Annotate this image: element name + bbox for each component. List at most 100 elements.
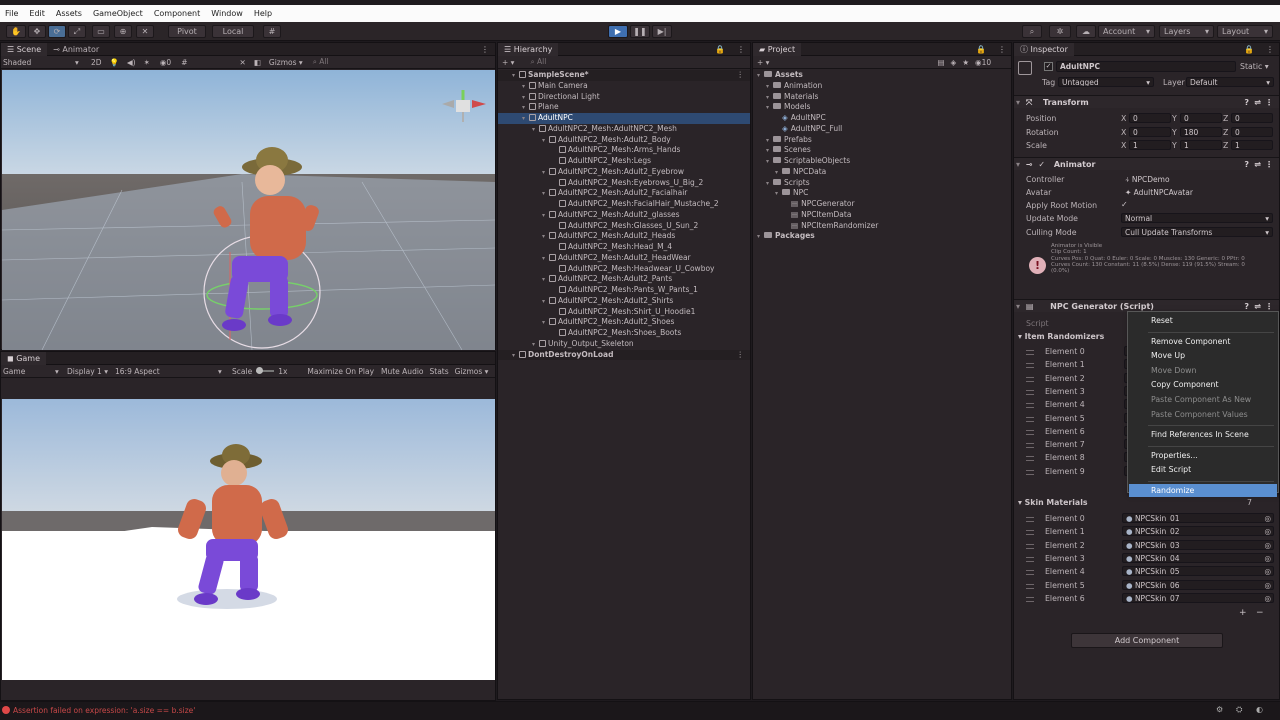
menu-item-copy-component[interactable]: Copy Component [1131, 378, 1275, 391]
tag-dropdown[interactable]: Untagged ▾ [1058, 77, 1154, 87]
tab-animator[interactable]: ⊸ Animator [47, 43, 105, 56]
project-item[interactable]: ▤ NPCItemData [753, 210, 1011, 221]
rotation-x-input[interactable]: 0 [1129, 126, 1171, 137]
skin-material-field[interactable]: ● NPCSkin_02 ◎ [1122, 526, 1274, 537]
menu-item-gameobject[interactable]: GameObject [93, 9, 143, 18]
hierarchy-item[interactable]: ▾ AdultNPC2_Mesh:Adult2_Shoes [498, 317, 750, 328]
light-icon[interactable]: 💡 [110, 58, 119, 67]
pivot-toggle[interactable]: Pivot [168, 25, 206, 38]
scale-y-input[interactable]: 1 [1180, 140, 1222, 150]
hierarchy-item[interactable]: AdultNPC2_Mesh:Pants_W_Pants_1 [498, 285, 750, 296]
progress-icon[interactable]: ⚙ [1216, 705, 1223, 714]
rotation-z-input[interactable]: 0 [1231, 126, 1273, 137]
hierarchy-item[interactable]: ▾ AdultNPC2_Mesh:Adult2_Heads [498, 231, 750, 242]
active-checkbox[interactable]: ✓ [1044, 62, 1053, 71]
more-icon[interactable]: ⋮ [481, 45, 495, 54]
scale-tool-icon[interactable]: ⤢ [68, 25, 86, 38]
project-item[interactable]: ▤ NPCItemRandomizer [753, 221, 1011, 232]
menu-item-window[interactable]: Window [211, 9, 243, 18]
hierarchy-item[interactable]: AdultNPC2_Mesh:Shirt_U_Hoodie1 [498, 307, 750, 318]
menu-item-properties[interactable]: Properties... [1131, 449, 1275, 462]
element-drag-handle[interactable] [1026, 569, 1042, 578]
mode-2d-toggle[interactable]: 2D [91, 58, 102, 67]
gizmos-dropdown[interactable]: Gizmos ▾ [269, 58, 303, 67]
position-z-input[interactable]: 0 [1231, 113, 1273, 123]
maximize-on-play-toggle[interactable]: Maximize On Play [307, 367, 374, 376]
scene-viewport[interactable] [2, 70, 495, 350]
menu-item-component[interactable]: Component [154, 9, 200, 18]
hierarchy-item[interactable]: ▾ AdultNPC2_Mesh:Adult2_glasses [498, 210, 750, 221]
skin-material-field[interactable]: ● NPCSkin_01 ◎ [1122, 513, 1274, 523]
cache-icon[interactable]: ◐ [1256, 705, 1263, 714]
project-item[interactable]: ▾ Assets [753, 70, 1011, 81]
element-drag-handle[interactable] [1026, 416, 1042, 425]
lock-icon[interactable]: 🔒 [1244, 45, 1266, 54]
project-item[interactable]: ▾ Models [753, 102, 1011, 113]
game-gizmos-dropdown[interactable]: Gizmos ▾ [455, 367, 489, 376]
audio-icon[interactable]: ◀) [127, 58, 136, 67]
hierarchy-item[interactable]: ▾ AdultNPC2_Mesh:Adult2_Shirts [498, 296, 750, 307]
menu-item-find-references-in-scene[interactable]: Find References In Scene [1131, 428, 1275, 441]
menu-item-assets[interactable]: Assets [56, 9, 82, 18]
filter-label-icon[interactable]: ◈ [951, 58, 957, 67]
more-icon[interactable]: ⋮ [737, 70, 745, 81]
tab-inspector[interactable]: ⓘ Inspector [1014, 42, 1074, 56]
stats-toggle[interactable]: Stats [430, 367, 449, 376]
bake-icon[interactable]: ⛭ [1236, 705, 1242, 715]
more-icon[interactable]: ⋮ [737, 350, 745, 361]
element-drag-handle[interactable] [1026, 596, 1042, 605]
rotation-y-input[interactable]: 180 [1180, 126, 1222, 137]
skin-material-field[interactable]: ● NPCSkin_07 ◎ [1122, 592, 1274, 603]
element-drag-handle[interactable] [1026, 402, 1042, 411]
step-button[interactable]: ▶| [652, 25, 672, 38]
skin-material-field[interactable]: ● NPCSkin_04 ◎ [1122, 552, 1274, 563]
rotate-tool-icon[interactable]: ⟳ [48, 25, 66, 38]
hierarchy-item[interactable]: AdultNPC2_Mesh:Shoes_Boots [498, 328, 750, 339]
skin-materials-foldout[interactable]: ▾ Skin Materials [1018, 498, 1088, 507]
preset-icon[interactable]: ⇌ [1254, 158, 1261, 171]
hidden-packages-icon[interactable]: ◉10 [975, 58, 991, 67]
menu-item-reset[interactable]: Reset [1131, 314, 1275, 327]
element-drag-handle[interactable] [1026, 349, 1042, 358]
skin-material-field[interactable]: ● NPCSkin_03 ◎ [1122, 539, 1274, 550]
display-dropdown[interactable]: Display 1 ▾ [67, 367, 115, 376]
layers-dropdown[interactable]: Layers ▾ [1159, 25, 1214, 38]
filter-type-icon[interactable]: ▤ [937, 58, 944, 67]
hierarchy-item[interactable]: AdultNPC2_Mesh:Headwear_U_Cowboy [498, 264, 750, 275]
account-dropdown[interactable]: Account ▾ [1098, 25, 1155, 38]
object-picker-icon[interactable]: ◎ [1264, 567, 1271, 575]
apply-root-motion-checkbox[interactable]: ✓ [1121, 200, 1128, 209]
object-picker-icon[interactable]: ◎ [1264, 554, 1271, 562]
element-drag-handle[interactable] [1026, 362, 1042, 371]
create-asset-button[interactable]: + ▾ [757, 58, 769, 67]
preset-icon[interactable]: ⇌ [1254, 96, 1261, 109]
tab-project[interactable]: ▰ Project [753, 42, 802, 56]
add-component-button[interactable]: Add Component [1071, 633, 1223, 648]
element-drag-handle[interactable] [1026, 583, 1042, 592]
hierarchy-item[interactable]: ▾ AdultNPC [498, 113, 750, 124]
move-tool-icon[interactable]: ✥ [28, 25, 46, 38]
menu-item-move-up[interactable]: Move Up [1131, 349, 1275, 362]
tab-hierarchy[interactable]: ☰ Hierarchy [498, 42, 559, 56]
hierarchy-item[interactable]: ▾ Main Camera [498, 81, 750, 92]
element-drag-handle[interactable] [1026, 469, 1042, 478]
scale-slider[interactable] [256, 367, 275, 374]
object-picker-icon[interactable]: ◎ [1264, 581, 1271, 589]
scene-search-input[interactable]: ⌕ All [313, 57, 329, 67]
layout-dropdown[interactable]: Layout ▾ [1217, 25, 1273, 38]
menu-item-help[interactable]: Help [254, 9, 272, 18]
item-randomizers-foldout[interactable]: ▾ Item Randomizers [1018, 332, 1104, 341]
menu-item-edit[interactable]: Edit [29, 9, 45, 18]
hierarchy-item[interactable]: AdultNPC2_Mesh:Arms_Hands [498, 145, 750, 156]
project-item[interactable]: ▾ Animation [753, 81, 1011, 92]
hierarchy-item[interactable]: AdultNPC2_Mesh:Head_M_4 [498, 242, 750, 253]
scale-z-input[interactable]: 1 [1231, 140, 1273, 150]
hierarchy-item[interactable]: ▾ Plane [498, 102, 750, 113]
element-drag-handle[interactable] [1026, 376, 1042, 385]
update-mode-dropdown[interactable]: Normal ▾ [1121, 213, 1273, 223]
play-button[interactable]: ▶ [608, 25, 628, 38]
element-drag-handle[interactable] [1026, 455, 1042, 464]
project-item[interactable]: ▤ NPCGenerator [753, 199, 1011, 210]
project-item[interactable]: ◈ AdultNPC_Full [753, 124, 1011, 135]
mute-audio-toggle[interactable]: Mute Audio [381, 367, 423, 376]
